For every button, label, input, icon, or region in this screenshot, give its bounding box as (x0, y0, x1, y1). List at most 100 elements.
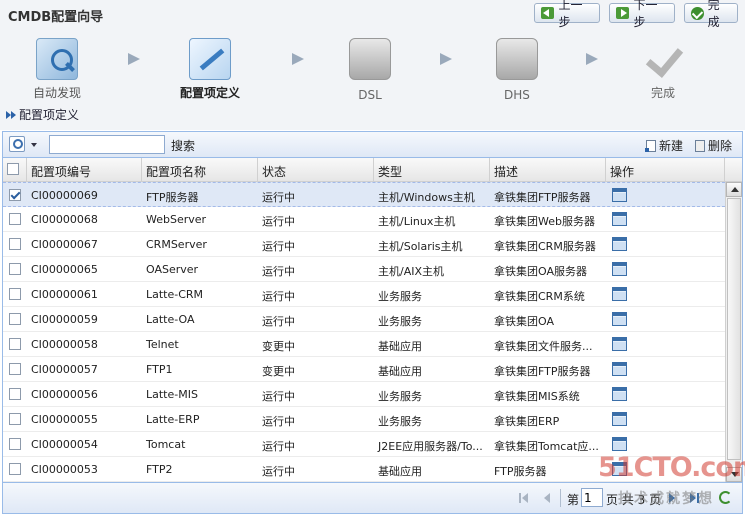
edit-window-icon[interactable] (612, 188, 627, 202)
col-header-name[interactable]: 配置项名称 (142, 158, 258, 181)
next-page-icon[interactable] (667, 493, 677, 503)
row-checkbox[interactable] (9, 338, 21, 350)
next-step-button[interactable]: 下一步 (609, 0, 675, 29)
refresh-icon[interactable] (719, 491, 732, 504)
breadcrumb: 配置项定义 (6, 106, 79, 123)
row-select-cell[interactable] (3, 232, 27, 256)
row-checkbox[interactable] (9, 438, 21, 450)
search-button[interactable]: 搜索 (171, 137, 195, 154)
finish-button[interactable]: 完成 (684, 0, 738, 29)
table-row[interactable]: CI00000056 Latte-MIS 运行中 业务服务 拿铁集团MIS系统 (3, 382, 725, 407)
first-page-icon[interactable] (519, 493, 529, 503)
cell-id: CI00000069 (31, 189, 98, 202)
table-row[interactable]: CI00000058 Telnet 变更中 基础应用 拿铁集团文件服务... (3, 332, 725, 357)
cell-desc: 拿铁集团ERP (494, 415, 560, 428)
row-checkbox[interactable] (9, 189, 21, 201)
cell-id: CI00000061 (31, 288, 98, 301)
step-ci-define[interactable]: 配置项定义 (170, 38, 250, 101)
row-checkbox[interactable] (9, 388, 21, 400)
row-select-cell[interactable] (3, 282, 27, 306)
step-arrow-icon (586, 53, 598, 65)
chevron-down-icon[interactable] (31, 143, 37, 147)
vertical-scrollbar[interactable] (725, 182, 742, 482)
cell-name: CRMServer (146, 238, 207, 251)
row-select-cell[interactable] (3, 457, 27, 481)
row-actions-cell (606, 207, 725, 231)
table-row[interactable]: CI00000061 Latte-CRM 运行中 业务服务 拿铁集团CRM系统 (3, 282, 725, 307)
col-header-op[interactable]: 操作 (606, 158, 725, 181)
row-select-cell[interactable] (3, 207, 27, 231)
row-actions-cell (606, 407, 725, 431)
cell-status: 变更中 (262, 365, 295, 378)
prev-page-icon[interactable] (543, 493, 553, 503)
row-select-cell[interactable] (3, 357, 27, 381)
table-row[interactable]: CI00000065 OAServer 运行中 主机/AIX主机 拿铁集团OA服务器 (3, 257, 725, 282)
table-row[interactable]: CI00000069 FTP服务器 运行中 主机/Windows主机 拿铁集团FTP服务… (3, 182, 725, 207)
row-actions-cell (606, 257, 725, 281)
table-row[interactable]: CI00000055 Latte-ERP 运行中 业务服务 拿铁集团ERP (3, 407, 725, 432)
row-select-cell[interactable] (3, 307, 27, 331)
row-select-cell[interactable] (3, 257, 27, 281)
prev-step-button[interactable]: 上一步 (534, 0, 600, 29)
edit-window-icon[interactable] (612, 462, 627, 476)
row-checkbox[interactable] (9, 263, 21, 275)
cell-type: 业务服务 (378, 290, 422, 303)
row-select-cell[interactable] (3, 432, 27, 456)
step-dhs[interactable]: DHS (477, 38, 557, 102)
search-input[interactable] (49, 135, 165, 154)
row-select-cell[interactable] (3, 382, 27, 406)
table-row[interactable]: CI00000053 FTP2 运行中 基础应用 FTP服务器 (3, 457, 725, 482)
row-checkbox[interactable] (9, 363, 21, 375)
select-all-cell[interactable] (3, 158, 27, 181)
edit-window-icon[interactable] (612, 337, 627, 351)
table-row[interactable]: CI00000068 WebServer 运行中 主机/Linux主机 拿铁集团Web服… (3, 207, 725, 232)
last-page-icon[interactable] (689, 493, 699, 503)
step-auto-discover[interactable]: 自动发现 (17, 38, 97, 101)
table-row[interactable]: CI00000054 Tomcat 运行中 J2EE应用服务器/To... 拿铁集团To… (3, 432, 725, 457)
edit-window-icon[interactable] (612, 212, 627, 226)
cell-status: 运行中 (262, 265, 295, 278)
page-prefix: 第 (567, 493, 580, 507)
table-row[interactable]: CI00000059 Latte-OA 运行中 业务服务 拿铁集团OA (3, 307, 725, 332)
next-step-label: 下一步 (633, 0, 658, 29)
edit-window-icon[interactable] (612, 412, 627, 426)
col-header-status[interactable]: 状态 (258, 158, 374, 181)
cell-type: 业务服务 (378, 315, 422, 328)
row-select-cell[interactable] (3, 183, 27, 206)
edit-window-icon[interactable] (612, 437, 627, 451)
table-row[interactable]: CI00000057 FTP1 变更中 基础应用 拿铁集团FTP服务器 (3, 357, 725, 382)
scroll-thumb[interactable] (727, 198, 741, 460)
delete-button[interactable]: 删除 (695, 137, 732, 154)
row-checkbox[interactable] (9, 238, 21, 250)
page-number-input[interactable] (581, 488, 603, 507)
scroll-down-button[interactable] (726, 467, 742, 482)
select-all-checkbox[interactable] (7, 163, 19, 175)
col-header-id[interactable]: 配置项编号 (27, 158, 142, 181)
new-doc-icon (645, 139, 656, 152)
edit-window-icon[interactable] (612, 262, 627, 276)
col-header-desc[interactable]: 描述 (490, 158, 606, 181)
edit-window-icon[interactable] (612, 237, 627, 251)
step-dsl[interactable]: DSL (330, 38, 410, 102)
cell-desc: 拿铁集团CRM服务器 (494, 240, 596, 253)
row-checkbox[interactable] (9, 313, 21, 325)
cell-status: 运行中 (262, 240, 295, 253)
row-checkbox[interactable] (9, 413, 21, 425)
scroll-up-button[interactable] (726, 182, 742, 197)
step-finish[interactable]: 完成 (623, 38, 703, 101)
edit-window-icon[interactable] (612, 387, 627, 401)
new-button[interactable]: 新建 (645, 137, 683, 154)
cell-type: 主机/Windows主机 (378, 191, 475, 204)
table-row[interactable]: CI00000067 CRMServer 运行中 主机/Solaris主机 拿铁集团CR… (3, 232, 725, 257)
row-select-cell[interactable] (3, 332, 27, 356)
edit-window-icon[interactable] (612, 362, 627, 376)
row-checkbox[interactable] (9, 463, 21, 475)
search-icon[interactable] (9, 136, 25, 152)
row-actions-cell (606, 232, 725, 256)
row-select-cell[interactable] (3, 407, 27, 431)
col-header-type[interactable]: 类型 (374, 158, 490, 181)
edit-window-icon[interactable] (612, 287, 627, 301)
edit-window-icon[interactable] (612, 312, 627, 326)
row-checkbox[interactable] (9, 213, 21, 225)
row-checkbox[interactable] (9, 288, 21, 300)
